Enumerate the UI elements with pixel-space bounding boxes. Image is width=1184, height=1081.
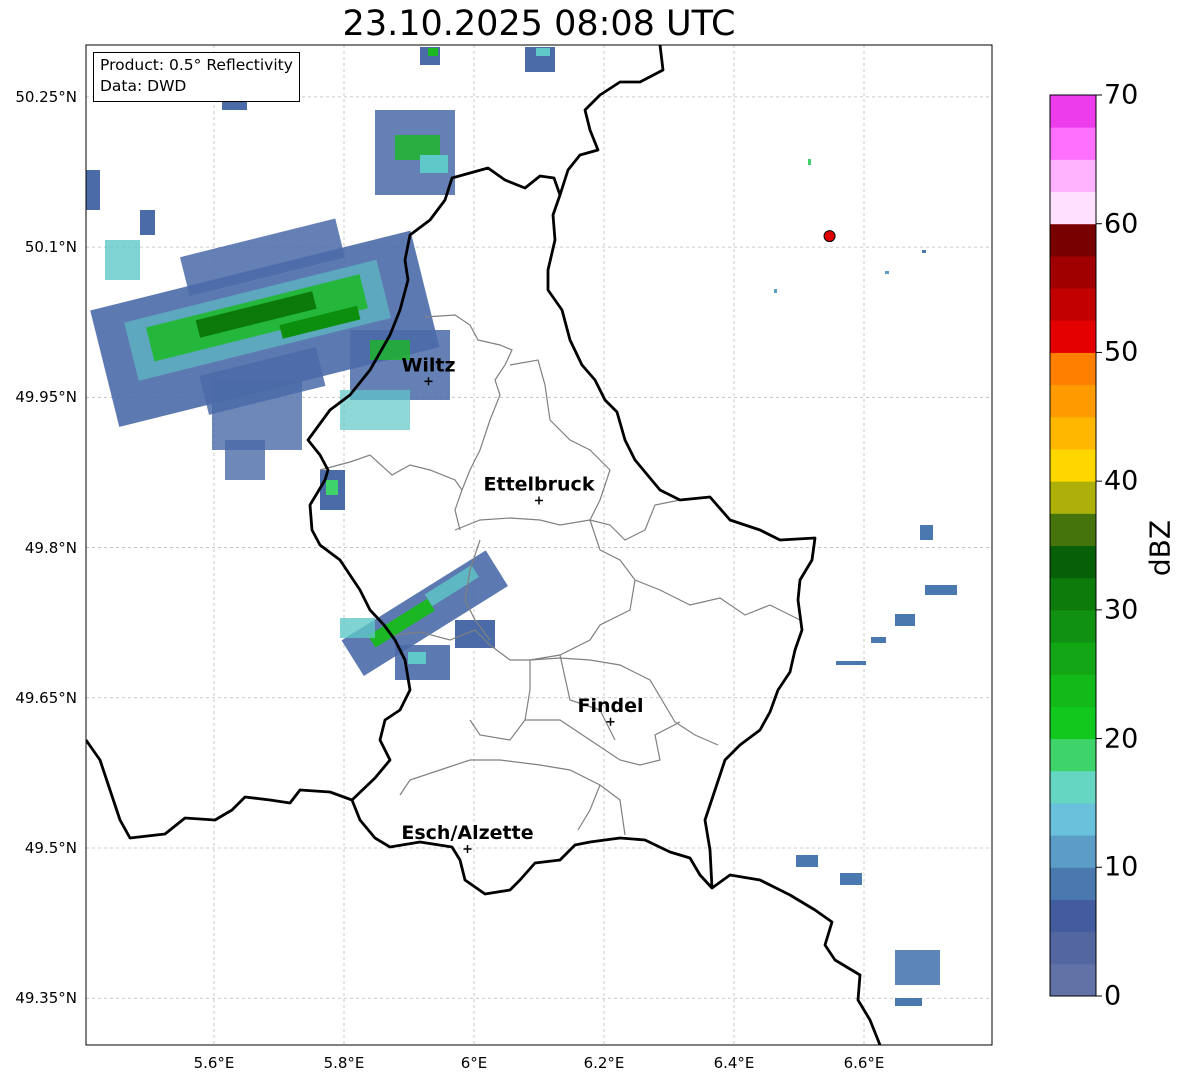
lon-tick-label: 6°E — [460, 1054, 488, 1072]
colorbar-segment — [1050, 931, 1096, 965]
lon-tick-label: 6.2°E — [583, 1054, 625, 1072]
city-label: Esch/Alzette — [401, 822, 533, 844]
lat-tick-label: 49.5°N — [24, 839, 77, 857]
graticule — [86, 45, 992, 1045]
radar-map[interactable]: Wiltz Ettelbruck Findel Esch/Alzette — [0, 0, 1184, 1081]
lon-tick-label: 6.6°E — [843, 1054, 885, 1072]
colorbar-segment — [1050, 159, 1096, 193]
colorbar-segment — [1050, 609, 1096, 643]
colorbar-segment — [1050, 545, 1096, 579]
product-label: Product: 0.5° Reflectivity — [100, 56, 293, 74]
colorbar-segment — [1050, 481, 1096, 514]
lat-tick-label: 49.35°N — [15, 989, 77, 1008]
colorbar-segment — [1050, 95, 1096, 128]
lat-tick-label: 49.8°N — [24, 538, 77, 557]
colorbar-segment — [1050, 191, 1096, 225]
colorbar-segment — [1050, 127, 1096, 160]
colorbar-segment — [1050, 352, 1096, 386]
lat-tick-label: 49.95°N — [15, 388, 77, 407]
colorbar-segment — [1050, 963, 1096, 997]
colorbar-segment — [1050, 770, 1096, 804]
lon-tick-label: 6.4°E — [713, 1054, 755, 1072]
city-label: Ettelbruck — [484, 473, 595, 495]
colorbar-segment — [1050, 706, 1096, 740]
colorbar-label: dBZ — [1143, 519, 1177, 577]
lon-tick-label: 5.6°E — [193, 1054, 235, 1072]
colorbar-segment — [1050, 384, 1096, 418]
colorbar-segment — [1050, 513, 1096, 546]
data-source-label: Data: DWD — [100, 77, 187, 95]
colorbar-tick-label: 10 — [1104, 851, 1139, 883]
info-box: Product: 0.5° Reflectivity Data: DWD — [93, 52, 300, 102]
radar-site-dot — [823, 230, 836, 243]
colorbar-segment — [1050, 802, 1096, 836]
colorbar-segment — [1050, 674, 1096, 707]
colorbar-segment — [1050, 642, 1096, 675]
colorbar-segment — [1050, 416, 1096, 450]
colorbar-segment — [1050, 867, 1096, 900]
colorbar-tick-label: 0 — [1104, 980, 1122, 1012]
map-frame — [85, 44, 993, 1046]
colorbar-tick-label: 50 — [1104, 336, 1139, 368]
colorbar-segment — [1050, 255, 1096, 289]
colorbar-segment — [1050, 835, 1096, 868]
lon-tick-label: 5.8°E — [323, 1054, 365, 1072]
colorbar-segment — [1050, 288, 1096, 321]
colorbar-segment — [1050, 738, 1096, 772]
colorbar-tick-label: 30 — [1104, 594, 1139, 626]
national-borders — [86, 45, 882, 1045]
lat-tick-label: 50.25°N — [15, 87, 77, 106]
lat-tick-label: 50.1°N — [24, 238, 77, 257]
colorbar-segment — [1050, 899, 1096, 933]
colorbar-tick-label: 40 — [1104, 465, 1139, 497]
city-label: Findel — [577, 695, 643, 717]
radar-site-marker — [823, 230, 836, 243]
colorbar-tick-label: 70 — [1104, 79, 1139, 111]
colorbar-segment — [1050, 577, 1096, 611]
colorbar-segment — [1050, 448, 1096, 482]
colorbar — [1049, 94, 1102, 997]
lat-tick-label: 49.65°N — [15, 688, 77, 707]
city-label: Wiltz — [401, 354, 455, 376]
colorbar-tick-label: 60 — [1104, 208, 1139, 240]
colorbar-segment — [1050, 320, 1096, 353]
colorbar-segment — [1050, 223, 1096, 257]
colorbar-tick-label: 20 — [1104, 723, 1139, 755]
